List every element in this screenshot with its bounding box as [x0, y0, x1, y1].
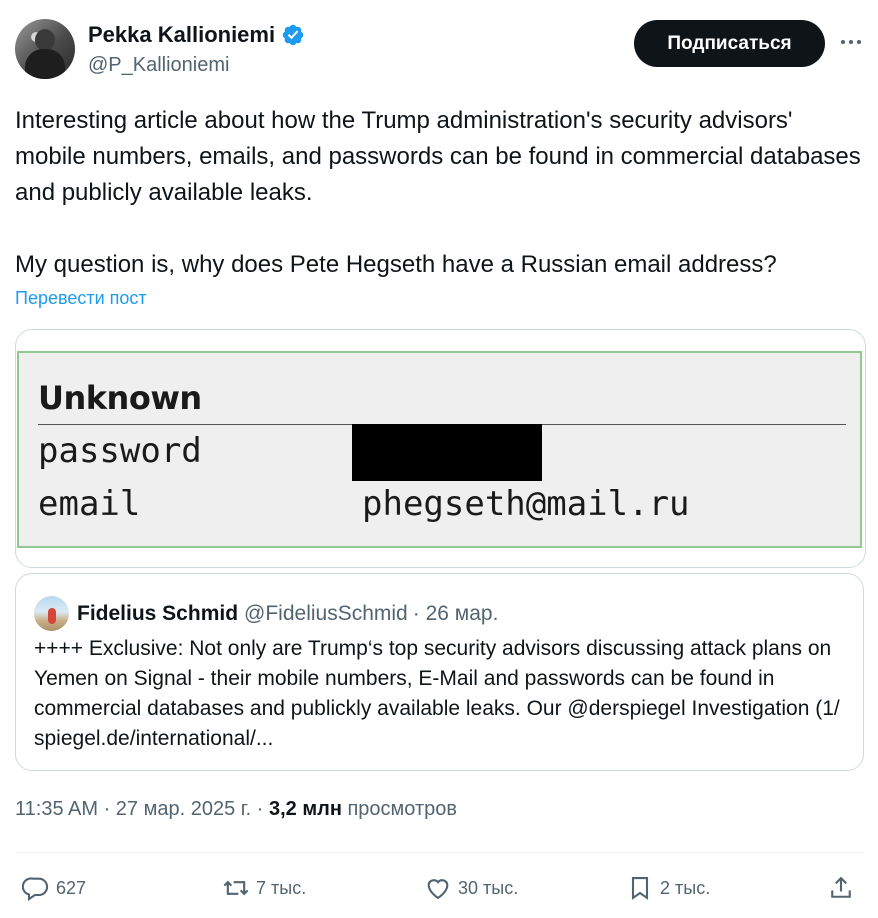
- author-name[interactable]: Pekka Kallioniemi: [88, 22, 275, 48]
- reply-count: 627: [56, 877, 87, 898]
- timestamp[interactable]: 11:35 AM · 27 мар. 2025 г. ·: [15, 798, 263, 820]
- quoted-author-name: Fidelius Schmid: [77, 601, 239, 625]
- action-bar: 627 7 тыс. 30 тыс. 2 тыс.: [0, 866, 878, 910]
- tweet-image[interactable]: Unknown password email phegseth@mail.ru: [15, 329, 866, 568]
- password-redaction: [352, 424, 542, 481]
- email-value: phegseth@mail.ru: [362, 484, 690, 524]
- quoted-author-handle: @FideliusSchmid: [244, 601, 408, 625]
- quoted-avatar: [34, 596, 69, 631]
- verified-badge-icon: [282, 24, 304, 46]
- divider: [15, 852, 864, 853]
- tweet-text: Interesting article about how the Trump …: [15, 107, 861, 278]
- leak-record-panel: Unknown password email phegseth@mail.ru: [17, 351, 862, 548]
- share-button[interactable]: [827, 866, 855, 910]
- reply-button[interactable]: 627: [22, 866, 86, 910]
- repost-icon: [223, 880, 249, 896]
- password-label: password: [38, 431, 202, 471]
- avatar-body: [25, 49, 65, 79]
- more-icon[interactable]: [836, 30, 866, 54]
- bookmark-button[interactable]: 2 тыс.: [626, 866, 710, 910]
- email-label: email: [38, 484, 141, 524]
- tweet-meta: 11:35 AM · 27 мар. 2025 г. · 3,2 млн про…: [15, 798, 457, 821]
- reply-icon: [22, 877, 49, 902]
- like-count: 30 тыс.: [458, 877, 519, 898]
- repost-count: 7 тыс.: [256, 877, 307, 898]
- author-handle[interactable]: @P_Kallioniemi: [88, 54, 229, 77]
- subscribe-button[interactable]: Подписаться: [634, 20, 825, 67]
- views-label: просмотров: [347, 798, 458, 820]
- avatar-head: [35, 29, 55, 51]
- quoted-tweet-text: ++++ Exclusive: Not only are Trump‘s top…: [34, 637, 840, 750]
- translate-link[interactable]: Перевести пост: [15, 288, 147, 309]
- quoted-tweet[interactable]: Fidelius Schmid @FideliusSchmid · 26 мар…: [15, 573, 864, 771]
- author-row: Pekka Kallioniemi: [88, 22, 305, 48]
- record-title: Unknown: [38, 379, 202, 417]
- like-icon: [427, 879, 449, 900]
- avatar[interactable]: [15, 19, 75, 79]
- bookmark-count: 2 тыс.: [660, 877, 711, 898]
- share-icon: [831, 876, 851, 898]
- quoted-tweet-header: Fidelius Schmid @FideliusSchmid · 26 мар…: [34, 596, 498, 631]
- bookmark-icon: [631, 877, 649, 900]
- quoted-date: · 26 мар.: [412, 601, 499, 625]
- like-button[interactable]: 30 тыс.: [424, 866, 518, 910]
- views-count: 3,2 млн: [268, 798, 342, 820]
- repost-button[interactable]: 7 тыс.: [222, 866, 306, 910]
